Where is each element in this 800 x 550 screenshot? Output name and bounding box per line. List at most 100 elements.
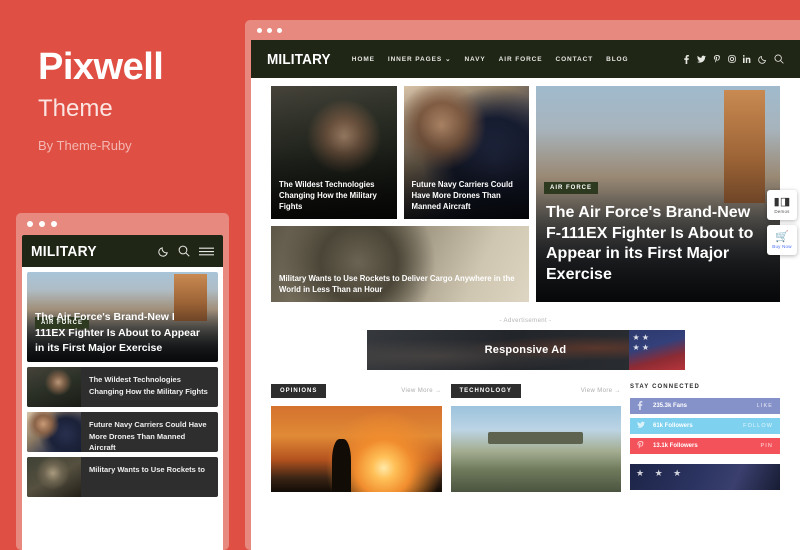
social-count: 235.3k Fans <box>653 403 688 409</box>
facebook-icon[interactable] <box>683 54 690 64</box>
page-root: Pixwell Theme By Theme-Ruby MILITARY HOM… <box>0 0 800 550</box>
category-badge-technology[interactable]: TECHNOLOGY <box>450 384 521 398</box>
promo-subtitle: Theme <box>38 94 113 122</box>
list-item-thumbnail <box>27 367 81 407</box>
hero-card-navy-carriers[interactable]: Future Navy Carriers Could Have More Dro… <box>403 86 529 219</box>
instagram-icon[interactable] <box>728 55 736 63</box>
section-header: TECHNOLOGY View More → <box>450 384 622 398</box>
hero-grid: The Wildest Technologies Changing How th… <box>251 78 800 302</box>
advertisement-text: Responsive Ad <box>484 344 567 356</box>
pinterest-icon[interactable] <box>713 54 721 64</box>
nav-item-inner-pages[interactable]: INNER PAGES ⌄ <box>387 55 452 64</box>
facebook-icon <box>637 400 650 412</box>
feature-title: The Air Force's Brand-New F-111EX Fighte… <box>546 203 754 284</box>
twitter-icon <box>637 421 650 431</box>
list-item-thumbnail <box>27 412 81 452</box>
list-item-title: Military Wants to Use Rockets to <box>89 465 205 474</box>
sidebar-stay-connected: STAY CONNECTED 235.3k Fans LIKE 61k Foll… <box>630 384 780 492</box>
hero-card-wildest-technologies[interactable]: The Wildest Technologies Changing How th… <box>271 86 397 219</box>
search-icon[interactable] <box>178 245 190 257</box>
sidebar-image <box>630 464 780 490</box>
section-opinions: OPINIONS View More → <box>271 384 442 492</box>
hero-left-column: The Wildest Technologies Changing How th… <box>271 86 529 302</box>
site-logo[interactable]: MILITARY <box>267 51 331 68</box>
social-row-facebook[interactable]: 235.3k Fans LIKE <box>630 398 780 414</box>
list-item[interactable]: Military Wants to Use Rockets to <box>27 457 218 497</box>
section-technology: TECHNOLOGY View More → <box>450 384 622 492</box>
nav-label: BLOG <box>606 55 629 63</box>
section-header: OPINIONS View More → <box>271 384 442 398</box>
nav-label: INNER PAGES <box>387 55 443 63</box>
view-more-link-opinions[interactable]: View More → <box>401 388 441 394</box>
list-item[interactable]: The Wildest Technologies Changing How th… <box>27 367 218 407</box>
window-maximize-dot[interactable] <box>277 27 282 33</box>
twitter-icon[interactable] <box>697 55 706 64</box>
window-close-dot[interactable] <box>27 221 33 227</box>
category-badge-air-force[interactable]: AIR FORCE <box>544 182 598 194</box>
category-badge-opinions[interactable]: OPINIONS <box>271 384 327 398</box>
floating-action-buttons: ▮◨ Demos 🛒 Buy Now <box>767 190 797 255</box>
mobile-hero-card[interactable]: AIR FORCE The Air Force's Brand-New F-11… <box>27 272 218 362</box>
social-row-twitter[interactable]: 61k Followers FOLLOW <box>630 418 780 434</box>
site-header: MILITARY HOME INNER PAGES ⌄ NAVY AIR FORC… <box>251 40 800 78</box>
linkedin-icon[interactable] <box>743 55 751 63</box>
pinterest-icon <box>637 440 650 452</box>
desktop-preview-window: MILITARY HOME INNER PAGES ⌄ NAVY AIR FORC… <box>245 20 800 550</box>
mobile-viewport: MILITARY AIR FORCE The Air Force's Brand… <box>22 235 223 550</box>
mobile-article-list: AIR FORCE The Air Force's Brand-New F-11… <box>22 267 223 502</box>
list-item-thumbnail <box>27 457 81 497</box>
hero-feature-card[interactable]: AIR FORCE The Air Force's Brand-New F-11… <box>536 86 780 302</box>
advertisement-label: - Advertisement - <box>499 318 552 324</box>
demos-label: Demos <box>774 208 790 214</box>
cart-icon: 🛒 <box>775 230 789 243</box>
bottom-sections: OPINIONS View More → TECHNOLOGY View Mor… <box>251 370 800 492</box>
demos-button[interactable]: ▮◨ Demos <box>767 190 797 220</box>
hero-card-rockets-cargo[interactable]: Military Wants to Use Rockets to Deliver… <box>271 226 529 302</box>
window-close-dot[interactable] <box>257 27 262 33</box>
header-social-links <box>683 54 784 64</box>
demos-icon: ▮◨ <box>773 195 791 208</box>
advertisement-block: - Advertisement - Responsive Ad <box>251 318 800 370</box>
card-title: Future Navy Carriers Could Have More Dro… <box>411 179 513 211</box>
nav-item-contact[interactable]: CONTACT <box>556 56 594 63</box>
list-item[interactable]: Future Navy Carriers Could Have More Dro… <box>27 412 218 452</box>
moon-icon[interactable] <box>158 246 169 257</box>
nav-item-blog[interactable]: BLOG <box>606 56 628 63</box>
mobile-site-logo[interactable]: MILITARY <box>31 243 97 260</box>
section-image-technology[interactable] <box>450 406 621 492</box>
window-titlebar <box>16 213 229 235</box>
buy-now-label: Buy Now <box>772 243 792 249</box>
view-more-link-technology[interactable]: View More → <box>581 388 621 394</box>
sidebar-title: STAY CONNECTED <box>630 384 700 390</box>
social-count: 61k Followers <box>653 423 693 429</box>
nav-label: CONTACT <box>555 55 594 63</box>
promo-block: Pixwell Theme By Theme-Ruby <box>38 46 238 153</box>
social-action-follow[interactable]: FOLLOW <box>743 423 773 429</box>
hero-small-cards: The Wildest Technologies Changing How th… <box>271 86 529 219</box>
window-maximize-dot[interactable] <box>51 221 57 227</box>
hamburger-icon[interactable] <box>199 246 214 257</box>
window-minimize-dot[interactable] <box>267 27 272 33</box>
mobile-header-icons <box>158 245 214 257</box>
nav-item-navy[interactable]: NAVY <box>464 56 485 63</box>
main-navigation: HOME INNER PAGES ⌄ NAVY AIR FORCE CONTACT… <box>352 55 629 64</box>
social-row-pinterest[interactable]: 13.1k Followers PIN <box>630 438 780 454</box>
buy-now-button[interactable]: 🛒 Buy Now <box>767 225 797 255</box>
card-title: Military Wants to Use Rockets to Deliver… <box>279 273 515 294</box>
advertisement-banner[interactable]: Responsive Ad <box>366 330 685 370</box>
page-title: Pixwell <box>38 46 164 88</box>
window-titlebar <box>245 20 800 40</box>
moon-icon[interactable] <box>758 55 767 64</box>
section-image-opinions[interactable] <box>271 406 442 492</box>
search-icon[interactable] <box>774 54 784 64</box>
list-item-title: The Wildest Technologies Changing How th… <box>89 375 208 396</box>
nav-label: AIR FORCE <box>498 55 543 63</box>
social-action-pin[interactable]: PIN <box>761 443 773 449</box>
nav-label: NAVY <box>464 55 486 63</box>
nav-item-home[interactable]: HOME <box>352 56 375 63</box>
mobile-site-header: MILITARY <box>22 235 223 267</box>
social-action-like[interactable]: LIKE <box>757 403 773 409</box>
flag-decoration <box>628 330 685 370</box>
nav-item-air-force[interactable]: AIR FORCE <box>499 56 543 63</box>
window-minimize-dot[interactable] <box>39 221 45 227</box>
